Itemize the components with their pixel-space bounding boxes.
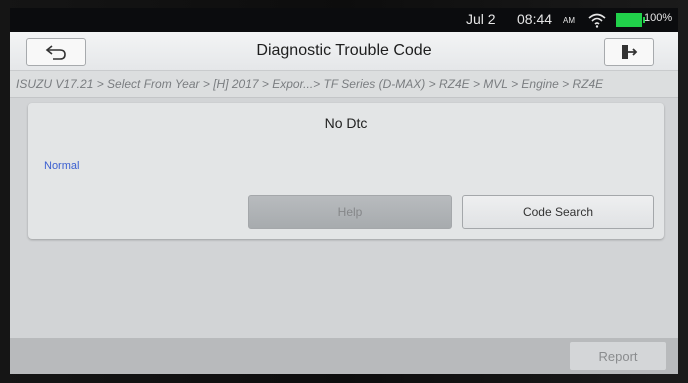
exit-icon xyxy=(622,45,638,59)
status-time: 08:44 xyxy=(517,11,553,27)
status-date: Jul 2 xyxy=(466,11,496,27)
dtc-heading: No Dtc xyxy=(324,115,368,131)
title-bar: Diagnostic Trouble Code xyxy=(10,32,678,71)
status-bar: Jul 2 08:44 AM 100% xyxy=(10,8,678,32)
bottom-bar: Report xyxy=(10,338,678,374)
device-frame: Jul 2 08:44 AM 100% Diagnostic Trouble C… xyxy=(0,0,688,383)
code-search-button[interactable]: Code Search xyxy=(462,195,654,229)
status-text: Normal xyxy=(44,160,80,172)
battery-icon xyxy=(616,13,645,27)
screen: Jul 2 08:44 AM 100% Diagnostic Trouble C… xyxy=(10,8,678,374)
page-title: Diagnostic Trouble Code xyxy=(256,42,432,59)
wifi-icon xyxy=(588,13,606,28)
dtc-panel: No Dtc Normal Help Code Search xyxy=(28,103,664,239)
battery-percent: 100% xyxy=(644,12,673,24)
help-button[interactable]: Help xyxy=(248,195,452,229)
status-ampm: AM xyxy=(563,16,575,25)
report-button[interactable]: Report xyxy=(570,342,666,370)
breadcrumb: ISUZU V17.21 > Select From Year > [H] 20… xyxy=(10,71,678,98)
exit-button[interactable] xyxy=(604,38,654,66)
